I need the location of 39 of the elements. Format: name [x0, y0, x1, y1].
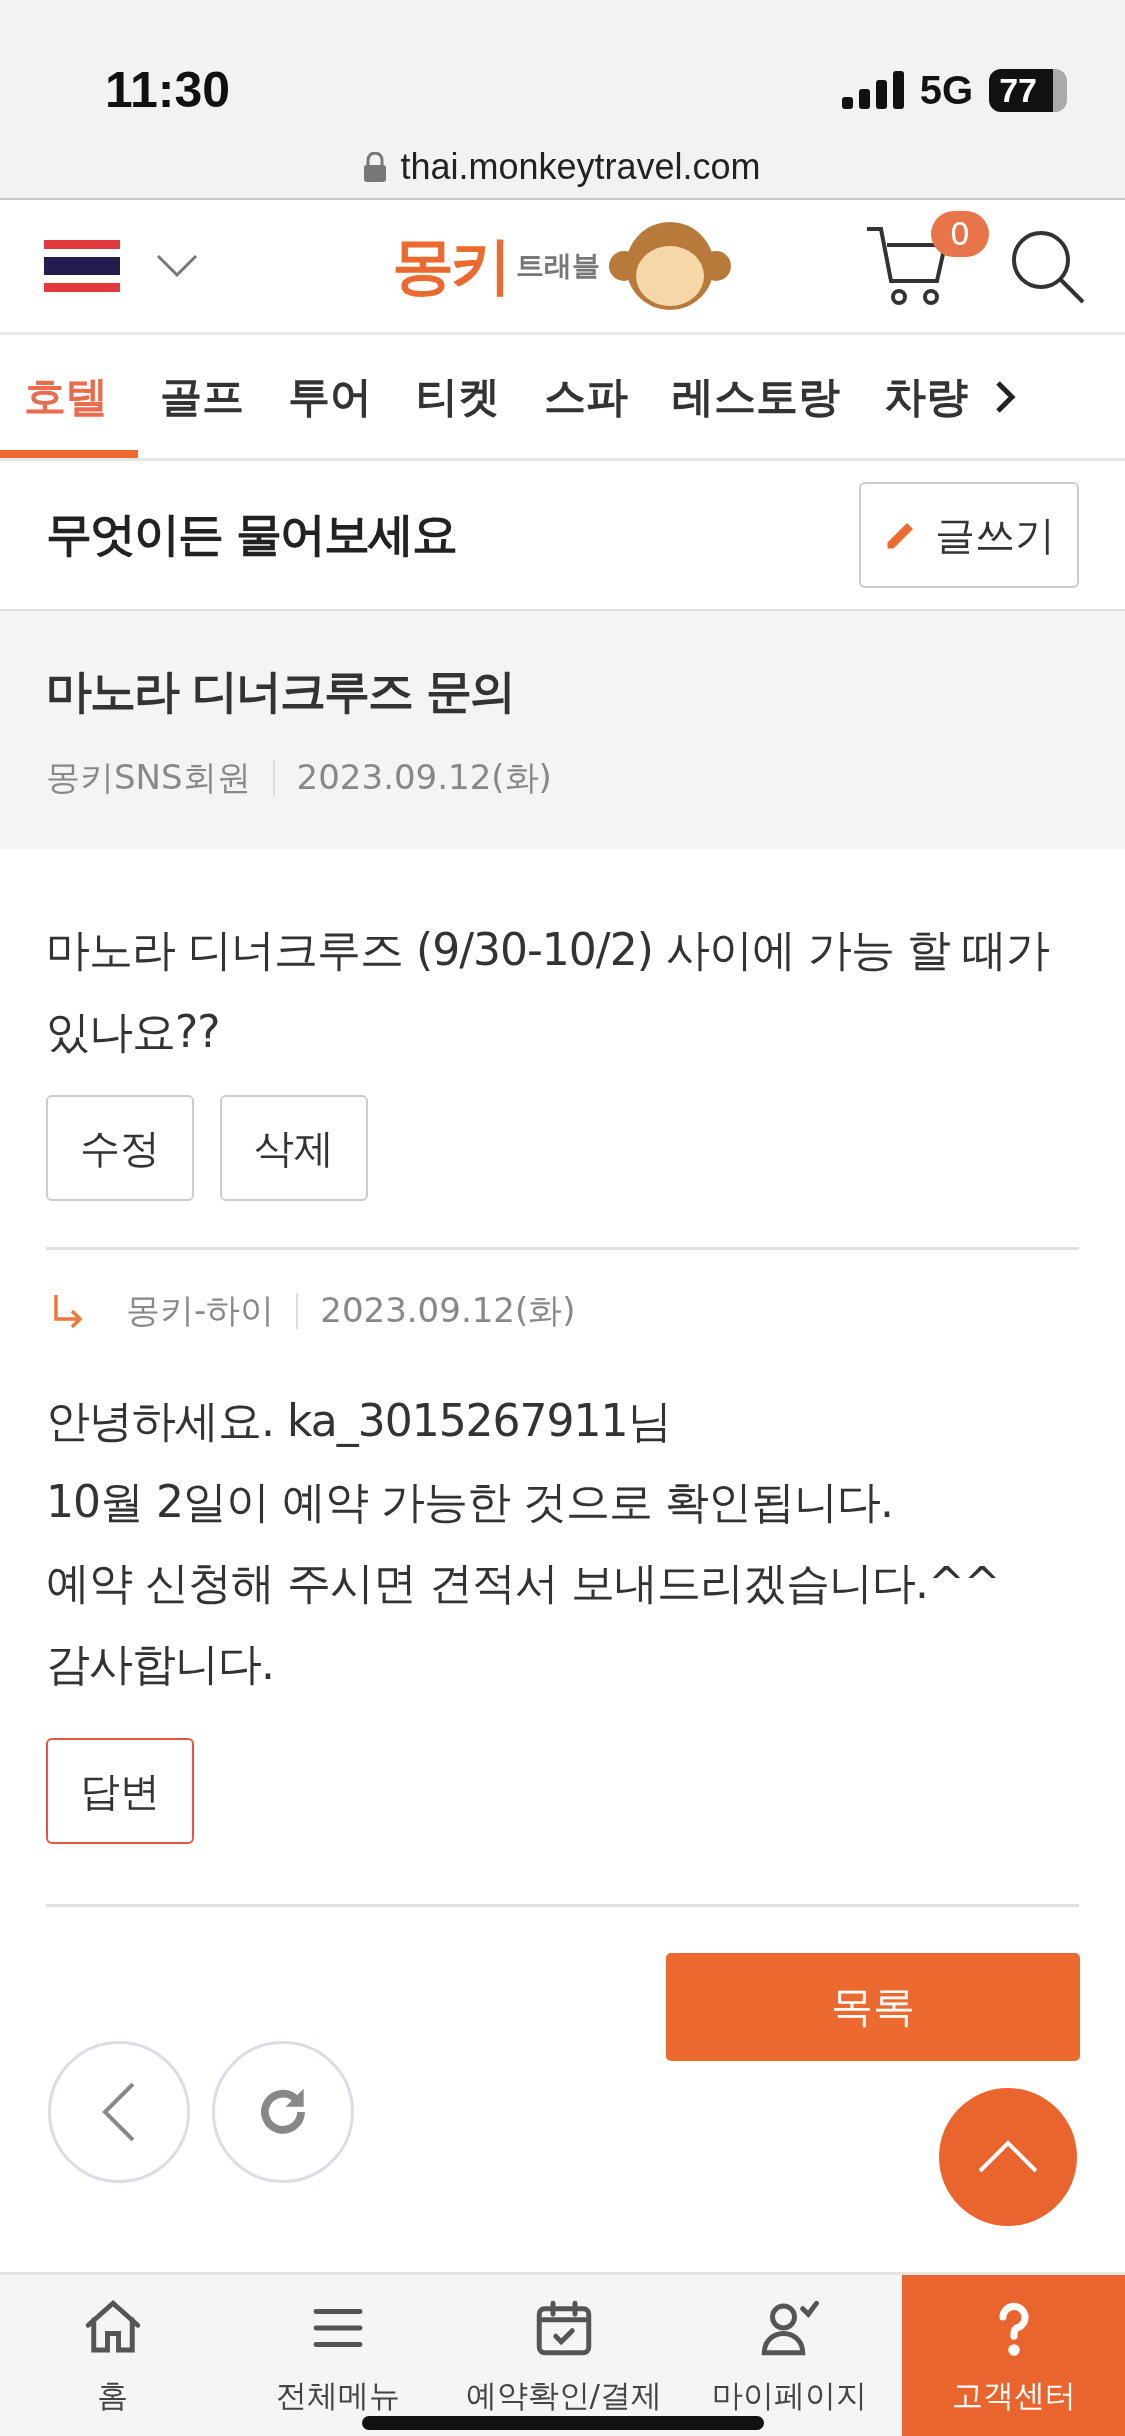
reply-text: 안녕하세요. ka_3015267911님 [46, 1394, 672, 1449]
post-date: 2023.09.12(화) [296, 756, 552, 799]
reply-text: 10월 2일이 예약 가능한 것으로 확인됩니다. [46, 1475, 894, 1529]
reply-arrow-icon [52, 1293, 84, 1329]
logo-subtext[interactable]: 트래블 [515, 247, 600, 285]
reply-date: 2023.09.12(화) [320, 1289, 576, 1332]
section-title: 무엇이든 물어보세요 [46, 506, 456, 563]
search-icon[interactable] [1009, 228, 1085, 304]
category-tab[interactable]: 스파 [522, 335, 650, 458]
battery-level: 77 [989, 68, 1067, 112]
signal-icon [841, 71, 904, 109]
write-button[interactable]: 글쓰기 [859, 482, 1079, 588]
post-action-button[interactable]: 삭제 [220, 1095, 368, 1201]
status-time: 11:30 [105, 61, 231, 119]
category-tab[interactable]: 레스토랑 [650, 335, 862, 458]
post-action-button[interactable]: 수정 [46, 1095, 194, 1201]
reply-author: 몽키-하이 [126, 1289, 275, 1332]
post-author: 몽키SNS회원 [46, 756, 251, 799]
post-title: 마노라 디너크루즈 문의 [46, 663, 516, 720]
chevron-right-icon[interactable] [994, 378, 1018, 415]
bottom-nav-item[interactable]: 전체메뉴 [225, 2275, 451, 2436]
answer-button[interactable]: 답변 [46, 1738, 194, 1844]
bottom-nav-item[interactable]: 홈 [0, 2275, 226, 2436]
reply-text: 예약 신청해 주시면 견적서 보내드리겠습니다.^^ [46, 1556, 1001, 1610]
url-text[interactable]: thai.monkeytravel.com [400, 146, 761, 188]
reply-text: 감사합니다. [46, 1637, 275, 1691]
post-body: 마노라 디너크루즈 (9/30-10/2) 사이에 가능 할 때가 있나요?? [46, 923, 1050, 1059]
cart-count-badge: 0 [931, 211, 989, 257]
category-tab[interactable]: 골프 [138, 335, 266, 458]
network-label: 5G [919, 67, 974, 113]
category-tab[interactable]: 티켓 [394, 335, 522, 458]
category-tab[interactable]: 차량 [862, 335, 990, 458]
lock-icon [364, 152, 387, 182]
thailand-flag-icon[interactable] [44, 240, 120, 292]
category-tab[interactable]: 투어 [266, 335, 394, 458]
bottom-nav-item[interactable]: 마이페이지 [676, 2275, 902, 2436]
bottom-nav-item[interactable]: 예약확인/결제 [451, 2275, 677, 2436]
chevron-up-icon [977, 2140, 1039, 2174]
chevron-down-icon[interactable] [156, 254, 198, 278]
